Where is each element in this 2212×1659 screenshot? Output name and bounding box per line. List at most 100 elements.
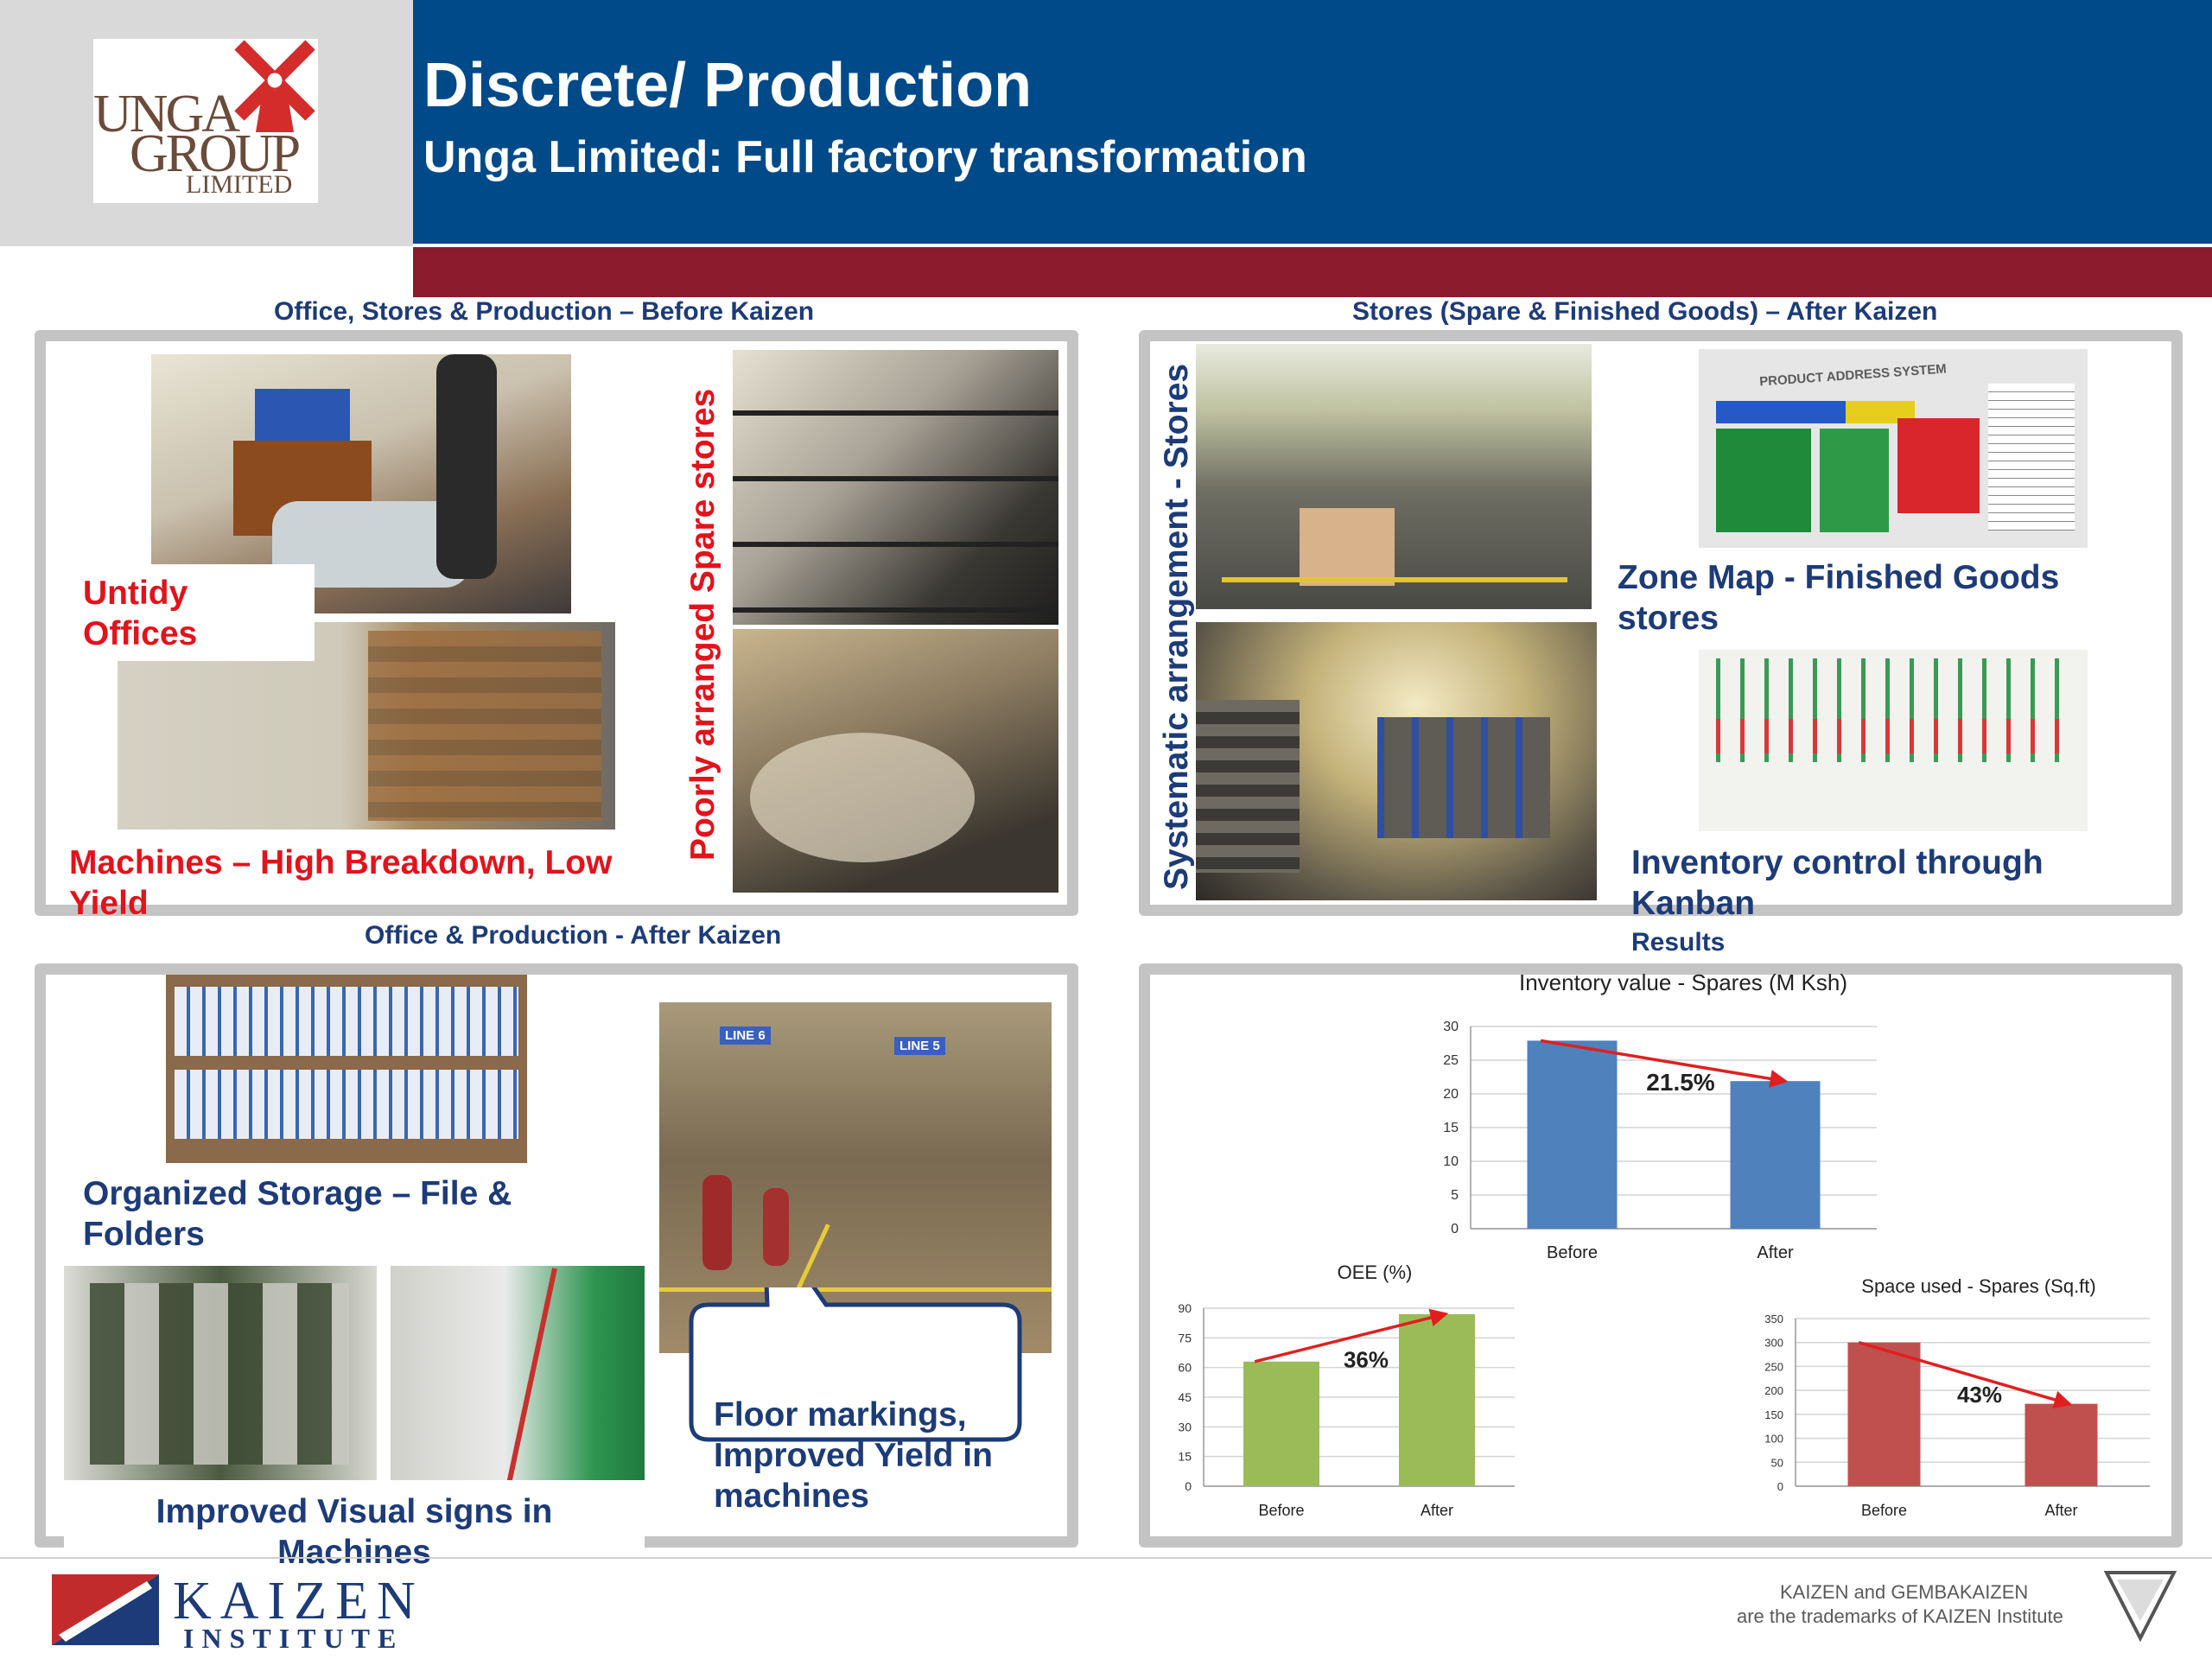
bar-before <box>1243 1361 1319 1486</box>
y-tick-label: 25 <box>1443 1053 1459 1068</box>
line-sign-b: LINE 5 <box>894 1037 945 1055</box>
shelf-lines <box>733 350 1058 625</box>
y-tick-label: 0 <box>1451 1222 1459 1236</box>
bar-after <box>1730 1081 1821 1229</box>
triangle-logo-icon <box>2103 1571 2177 1643</box>
zone-block-blue <box>1716 401 1846 423</box>
y-tick-label: 0 <box>1777 1480 1783 1493</box>
results-section-title: Results <box>1631 928 1726 957</box>
cabinet-lines <box>368 631 601 821</box>
zone-block-green-2 <box>1820 429 1889 532</box>
x-tick-label: After <box>2044 1502 2077 1519</box>
kanban-caption: Inventory control through Kanban <box>1631 844 2044 922</box>
zone-block-green-1 <box>1716 429 1811 532</box>
space-chart-title: Space used - Spares (Sq.ft) <box>1861 1275 2095 1297</box>
change-annotation: 43% <box>1957 1382 2002 1408</box>
folders-row-1 <box>175 987 518 1056</box>
person-silhouette <box>436 354 497 579</box>
worker-figure-1 <box>702 1175 732 1270</box>
institute-wordmark: INSTITUTE <box>183 1623 404 1654</box>
y-tick-label: 10 <box>1443 1154 1459 1169</box>
box-stack <box>1300 508 1395 586</box>
bar-before <box>1847 1342 1921 1486</box>
worker-figure-2 <box>763 1188 789 1266</box>
untidy-offices-caption: Untidy Offices <box>83 575 198 652</box>
y-tick-label: 30 <box>1443 1020 1459 1034</box>
pipe-pile <box>750 733 975 862</box>
y-tick-label: 250 <box>1764 1360 1783 1373</box>
systematic-caption: Systematic arrangement - Stores <box>1158 363 1195 890</box>
poorly-arranged-caption: Poorly arranged Spare stores <box>684 388 721 861</box>
bar-after <box>1399 1313 1475 1486</box>
kanban-red-cards <box>1716 719 2070 753</box>
header-red-band <box>413 247 2212 297</box>
y-tick-label: 75 <box>1178 1331 1192 1344</box>
bar-after <box>2024 1403 2098 1486</box>
spare-stores-photo-2 <box>733 629 1058 893</box>
y-tick-label: 300 <box>1764 1337 1783 1350</box>
oee-chart: OEE (%) 0 15 30 45 60 75 90 Before After 36% <box>1178 1262 1515 1519</box>
footer-divider <box>0 1557 2212 1559</box>
stores-after-section-title: Stores (Spare & Finished Goods) – After … <box>1352 297 1938 326</box>
spare-stores-photo-1 <box>733 350 1058 625</box>
folders-row-2 <box>175 1070 518 1139</box>
yellow-floor-line <box>1222 577 1567 582</box>
inventory-chart-title: Inventory value - Spares (M Ksh) <box>1519 969 1847 995</box>
visual-signs-caption: Improved Visual signs in Machines <box>156 1493 553 1571</box>
visual-signs-photo-1 <box>64 1266 377 1480</box>
zone-map-header: PRODUCT ADDRESS SYSTEM <box>1758 361 1948 390</box>
pipe-rack <box>1196 700 1300 873</box>
kaizen-flag-icon <box>52 1574 159 1645</box>
line-sign-a: LINE 6 <box>720 1027 771 1045</box>
blue-racks <box>1377 717 1550 838</box>
inventory-chart: Inventory value - Spares (M Ksh) 0 5 10 15 2… <box>1443 969 1877 1262</box>
y-tick-label: 15 <box>1443 1121 1459 1135</box>
bar-before <box>1527 1040 1618 1229</box>
trademark-line-2: are the trademarks of KAIZEN Institute <box>1737 1605 2063 1627</box>
y-tick-label: 50 <box>1771 1456 1783 1469</box>
floor-markings-caption: Floor markings, Improved Yield in machin… <box>714 1396 993 1515</box>
x-tick-label: Before <box>1861 1502 1907 1519</box>
y-tick-label: 350 <box>1764 1313 1783 1325</box>
header-blue-band <box>413 0 2212 244</box>
trademark-line-1: KAIZEN and GEMBAKAIZEN <box>1780 1581 2029 1603</box>
zone-block-red <box>1897 418 1980 513</box>
y-tick-label: 45 <box>1178 1390 1192 1404</box>
zone-map-caption: Zone Map - Finished Goods stores <box>1618 559 2060 637</box>
x-tick-label: After <box>1757 1243 1794 1262</box>
y-tick-label: 15 <box>1178 1450 1192 1464</box>
visual-signs-photo-2 <box>391 1266 645 1480</box>
zone-map-photo: PRODUCT ADDRESS SYSTEM <box>1699 349 2088 548</box>
y-tick-label: 200 <box>1764 1384 1783 1397</box>
y-tick-label: 30 <box>1178 1420 1192 1433</box>
oee-chart-title: OEE (%) <box>1338 1262 1413 1283</box>
stores-pipe-photo <box>1196 622 1597 900</box>
before-section-title: Office, Stores & Production – Before Kai… <box>274 297 815 326</box>
page-subtitle: Unga Limited: Full factory transformatio… <box>423 132 1307 182</box>
page-title: Discrete/ Production <box>423 51 1033 120</box>
y-tick-label: 90 <box>1178 1301 1192 1315</box>
y-tick-label: 20 <box>1443 1087 1459 1102</box>
y-tick-label: 5 <box>1451 1188 1459 1203</box>
company-logo: UNGA GROUP LIMITED <box>93 39 318 203</box>
x-tick-label: Before <box>1258 1502 1304 1519</box>
y-tick-label: 100 <box>1764 1433 1783 1446</box>
y-tick-label: 60 <box>1178 1361 1192 1375</box>
machine-panel-green <box>90 1283 349 1465</box>
kanban-board-photo <box>1699 650 2088 831</box>
zone-legend <box>1988 384 2075 531</box>
y-tick-label: 0 <box>1185 1479 1192 1493</box>
machines-before-caption: Machines – High Breakdown, Low Yield <box>69 844 613 922</box>
stores-aisle-photo <box>1196 344 1592 609</box>
red-diagonal-marking <box>505 1268 557 1480</box>
x-tick-label: Before <box>1547 1243 1598 1262</box>
organized-storage-caption: Organized Storage – File & Folders <box>83 1175 512 1253</box>
space-chart: Space used - Spares (Sq.ft) 0 50 100 150 200… <box>1764 1275 2150 1519</box>
organized-files-photo <box>166 975 527 1163</box>
logo-line-3: LIMITED <box>186 170 293 199</box>
office-after-section-title: Office & Production - After Kaizen <box>365 921 782 950</box>
x-tick-label: After <box>1421 1502 1453 1519</box>
change-annotation: 36% <box>1344 1346 1389 1372</box>
change-annotation: 21.5% <box>1646 1069 1714 1096</box>
y-tick-label: 150 <box>1764 1408 1783 1421</box>
